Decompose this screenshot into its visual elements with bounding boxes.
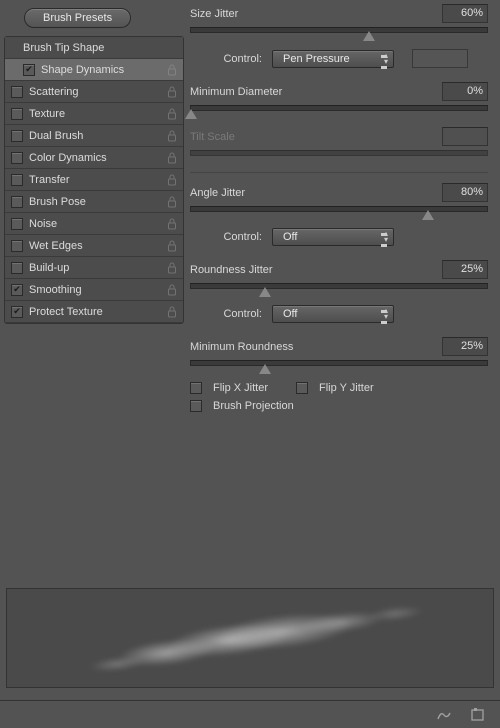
toggle-preview-icon[interactable] (436, 707, 452, 723)
angle-jitter-label: Angle Jitter (190, 187, 245, 199)
slider-thumb-icon[interactable] (185, 109, 197, 119)
min-diameter-slider[interactable] (190, 105, 488, 111)
brush-stroke-preview (38, 586, 462, 690)
brush-tip-shape-item[interactable]: Brush Tip Shape (5, 37, 183, 59)
checkbox[interactable] (11, 86, 23, 98)
roundness-jitter-value[interactable]: 25% (442, 260, 488, 279)
size-jitter-label: Size Jitter (190, 8, 238, 20)
control-indicator (412, 49, 468, 68)
chevron-updown-icon: ▴▾ (384, 231, 388, 243)
lock-icon[interactable] (167, 108, 177, 120)
angle-jitter-slider[interactable] (190, 206, 488, 212)
min-diameter-value[interactable]: 0% (442, 82, 488, 101)
brush-projection-checkbox[interactable] (190, 400, 202, 412)
sidebar-item-brush-pose[interactable]: Brush Pose (5, 191, 183, 213)
lock-icon[interactable] (167, 262, 177, 274)
brush-projection-label: Brush Projection (213, 400, 294, 412)
bottom-toolbar (0, 700, 500, 728)
control-label: Control: (210, 53, 262, 65)
flip-x-jitter-label: Flip X Jitter (213, 382, 268, 394)
sidebar-item-label: Smoothing (29, 284, 163, 296)
checkbox[interactable] (11, 196, 23, 208)
roundness-jitter-control-dropdown[interactable]: Off ▴▾ (272, 305, 394, 323)
new-brush-icon[interactable] (470, 707, 486, 723)
slider-thumb-icon[interactable] (259, 364, 271, 374)
lock-icon[interactable] (167, 64, 177, 76)
tilt-scale-label: Tilt Scale (190, 131, 235, 143)
min-roundness-value[interactable]: 25% (442, 337, 488, 356)
lock-icon[interactable] (167, 196, 177, 208)
sidebar-item-protect-texture[interactable]: Protect Texture (5, 301, 183, 323)
chevron-updown-icon: ▴▾ (384, 308, 388, 320)
sidebar-item-label: Dual Brush (29, 130, 163, 142)
sidebar-item-shape-dynamics[interactable]: Shape Dynamics (5, 59, 183, 81)
lock-icon[interactable] (167, 152, 177, 164)
sidebar-item-label: Scattering (29, 86, 163, 98)
lock-icon[interactable] (167, 218, 177, 230)
slider-thumb-icon[interactable] (422, 210, 434, 220)
checkbox[interactable] (11, 174, 23, 186)
sidebar-item-label: Color Dynamics (29, 152, 163, 164)
sidebar-item-color-dynamics[interactable]: Color Dynamics (5, 147, 183, 169)
lock-icon[interactable] (167, 174, 177, 186)
size-jitter-value[interactable]: 60% (442, 4, 488, 23)
min-roundness-slider[interactable] (190, 360, 488, 366)
sidebar-item-transfer[interactable]: Transfer (5, 169, 183, 191)
flip-x-jitter-checkbox[interactable] (190, 382, 202, 394)
control-label: Control: (210, 308, 262, 320)
lock-icon[interactable] (167, 86, 177, 98)
checkbox[interactable] (11, 152, 23, 164)
lock-icon[interactable] (167, 284, 177, 296)
chevron-updown-icon: ▴▾ (384, 53, 388, 65)
sidebar-item-label: Texture (29, 108, 163, 120)
checkbox[interactable] (11, 240, 23, 252)
size-jitter-control-dropdown[interactable]: Pen Pressure ▴▾ (272, 50, 394, 68)
sidebar-item-wet-edges[interactable]: Wet Edges (5, 235, 183, 257)
sidebar-item-texture[interactable]: Texture (5, 103, 183, 125)
sidebar-item-label: Shape Dynamics (41, 64, 163, 76)
sidebar-item-build-up[interactable]: Build-up (5, 257, 183, 279)
sidebar-item-label: Wet Edges (29, 240, 163, 252)
angle-jitter-control-dropdown[interactable]: Off ▴▾ (272, 228, 394, 246)
sidebar-item-label: Build-up (29, 262, 163, 274)
sidebar-item-dual-brush[interactable]: Dual Brush (5, 125, 183, 147)
checkbox[interactable] (23, 64, 35, 76)
angle-jitter-value[interactable]: 80% (442, 183, 488, 202)
sidebar-item-label: Protect Texture (29, 306, 163, 318)
checkbox[interactable] (11, 284, 23, 296)
lock-icon[interactable] (167, 130, 177, 142)
roundness-jitter-slider[interactable] (190, 283, 488, 289)
brush-presets-button[interactable]: Brush Presets (24, 8, 131, 28)
sidebar-item-smoothing[interactable]: Smoothing (5, 279, 183, 301)
slider-thumb-icon[interactable] (363, 31, 375, 41)
flip-y-jitter-label: Flip Y Jitter (319, 382, 374, 394)
min-diameter-label: Minimum Diameter (190, 86, 282, 98)
lock-icon[interactable] (167, 240, 177, 252)
sidebar-item-noise[interactable]: Noise (5, 213, 183, 235)
brush-tip-shape-label: Brush Tip Shape (23, 42, 177, 54)
size-jitter-slider[interactable] (190, 27, 488, 33)
checkbox[interactable] (11, 262, 23, 274)
control-label: Control: (210, 231, 262, 243)
slider-thumb-icon[interactable] (259, 287, 271, 297)
tilt-scale-value (442, 127, 488, 146)
sidebar-item-scattering[interactable]: Scattering (5, 81, 183, 103)
min-roundness-label: Minimum Roundness (190, 341, 293, 353)
checkbox[interactable] (11, 130, 23, 142)
flip-y-jitter-checkbox[interactable] (296, 382, 308, 394)
sidebar-item-label: Brush Pose (29, 196, 163, 208)
brush-options-list: Brush Tip Shape Shape Dynamics Scattering… (4, 36, 184, 324)
lock-icon[interactable] (167, 306, 177, 318)
sidebar-item-label: Transfer (29, 174, 163, 186)
tilt-scale-slider (190, 150, 488, 156)
brush-preview-panel (6, 588, 494, 688)
checkbox[interactable] (11, 218, 23, 230)
checkbox[interactable] (11, 108, 23, 120)
checkbox[interactable] (11, 306, 23, 318)
roundness-jitter-label: Roundness Jitter (190, 264, 273, 276)
sidebar-item-label: Noise (29, 218, 163, 230)
